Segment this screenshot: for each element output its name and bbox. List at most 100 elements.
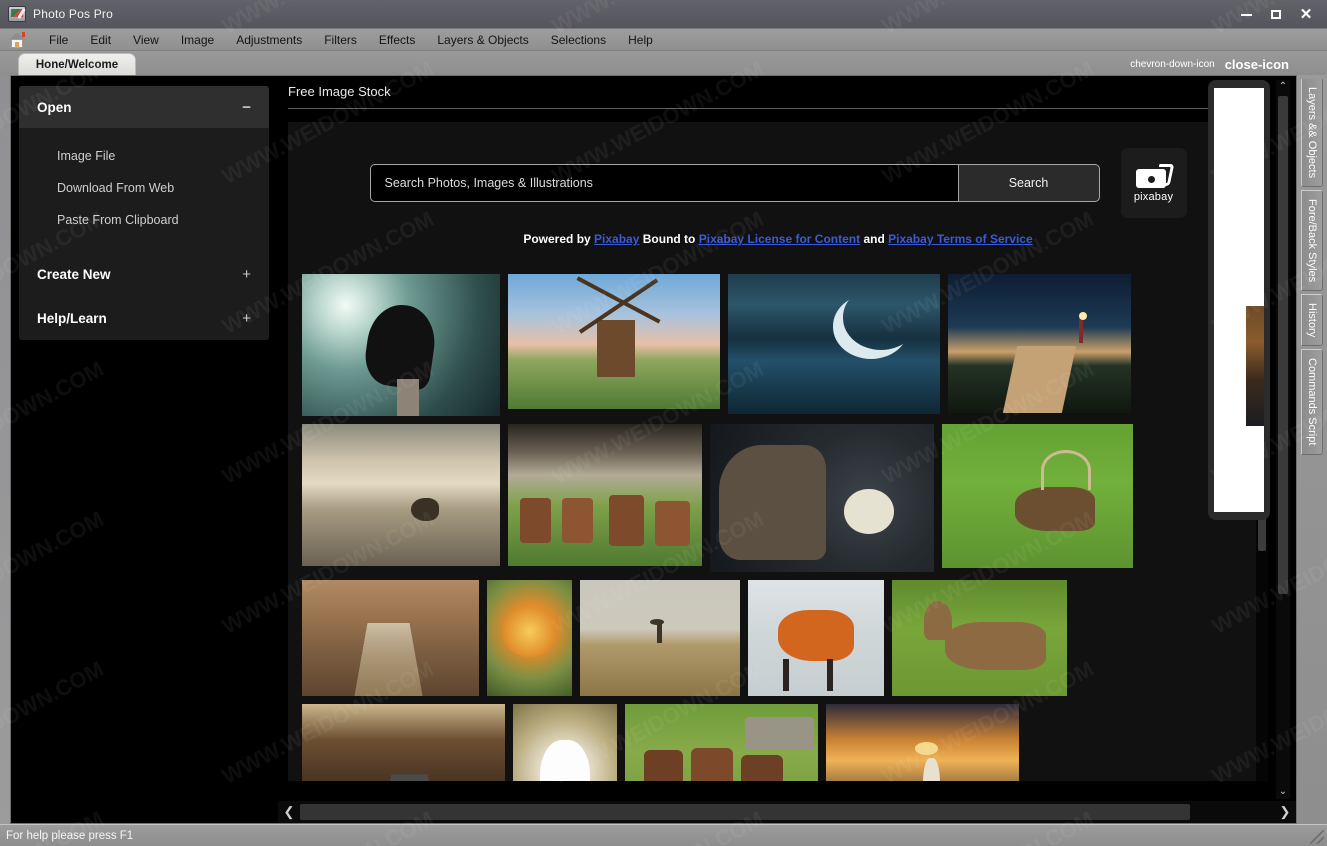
dock-tab-layers-objects[interactable]: Layers && Objects <box>1301 79 1323 188</box>
thumbnail-crescent-moon-over-water[interactable] <box>728 274 940 414</box>
attribution-prefix: Powered by <box>523 232 595 246</box>
accordion: Open − Image File Download From Web Past… <box>19 86 269 340</box>
scroll-up-arrow[interactable]: ⌃ <box>1276 80 1290 94</box>
workarea-horizontal-scrollbar[interactable]: ❮ ❯ <box>278 801 1296 823</box>
thumbnail-windmill-at-dusk[interactable] <box>508 274 720 409</box>
close-icon[interactable]: close-icon <box>1225 57 1289 72</box>
title-divider <box>288 108 1266 109</box>
pixabay-license-link[interactable]: Pixabay License for Content <box>699 232 860 246</box>
photo-pos-pro-icon <box>8 6 26 22</box>
thumbnail-stag-resting-in-grass[interactable] <box>942 424 1133 568</box>
accordion-section-create-new[interactable]: Create New + <box>19 252 269 296</box>
thumbnail-row <box>302 704 1256 781</box>
scrollbar-thumb[interactable] <box>1278 96 1288 594</box>
thumbnail-orange-dahlia-flower[interactable] <box>487 580 572 696</box>
thumbnail-fawn-lying-in-grass[interactable] <box>892 580 1067 696</box>
search-input[interactable] <box>369 164 958 202</box>
thumbnail-lighthouse-path-night[interactable] <box>948 274 1131 413</box>
status-message: For help please press F1 <box>6 829 134 842</box>
tab-home-welcome[interactable]: Hone/Welcome <box>18 53 136 75</box>
maximize-button[interactable] <box>1261 0 1291 29</box>
dock-tab-fore-back-styles[interactable]: Fore/Back Styles <box>1301 190 1323 292</box>
attribution-line: Powered by Pixabay Bound to Pixabay Lice… <box>288 232 1268 246</box>
search-button[interactable]: Search <box>957 164 1100 202</box>
minus-icon[interactable]: − <box>242 99 251 116</box>
attribution-conjunction: and <box>860 232 889 246</box>
menu-item-image[interactable]: Image <box>170 30 225 50</box>
sidebar-item-paste-from-clipboard[interactable]: Paste From Clipboard <box>19 204 269 236</box>
thumbnail-red-fox-in-snow[interactable] <box>748 580 884 696</box>
attribution-middle: Bound to <box>639 232 699 246</box>
thumbnail-row <box>302 580 1256 696</box>
menu-item-edit[interactable]: Edit <box>79 30 122 50</box>
free-image-stock-panel: Free Image Stock Search pixabay <box>278 76 1296 823</box>
accordion-help-learn-title: Help/Learn <box>37 310 107 326</box>
menu-item-filters[interactable]: Filters <box>313 30 368 50</box>
thumbnail-grid[interactable] <box>288 274 1256 781</box>
dock-tab-commands-script[interactable]: Commands Script <box>1301 349 1323 455</box>
pixabay-terms-link[interactable]: Pixabay Terms of Service <box>888 232 1033 246</box>
plus-icon[interactable]: + <box>242 310 251 327</box>
menu-item-help[interactable]: Help <box>617 30 664 50</box>
menu-item-layers-objects[interactable]: Layers & Objects <box>426 30 539 50</box>
accordion-open-title: Open <box>37 99 72 115</box>
pixabay-wordmark: pixabay <box>1133 190 1174 203</box>
document-preview-strip <box>1208 80 1270 520</box>
title-bar: Photo Pos Pro ✕ <box>0 0 1327 29</box>
home-icon[interactable] <box>6 31 28 49</box>
search-row: Search pixabay <box>288 122 1268 218</box>
application-window: Photo Pos Pro ✕ File Edit View Image Adj… <box>0 0 1327 846</box>
document-sheet[interactable] <box>1214 88 1264 512</box>
workarea-vertical-scrollbar[interactable]: ⌃ ⌄ <box>1276 80 1290 799</box>
thumbnail-tree-lined-road-autumn[interactable] <box>302 704 505 781</box>
pixabay-logo[interactable]: pixabay <box>1120 148 1187 218</box>
thumbnail-cows-by-log-pile[interactable] <box>508 424 702 566</box>
accordion-open-body: Image File Download From Web Paste From … <box>19 128 269 252</box>
close-button[interactable]: ✕ <box>1291 0 1321 29</box>
status-bar: For help please press F1 <box>0 824 1327 846</box>
thumbnail-lynx-yawning-with-moon[interactable] <box>710 424 934 572</box>
thumbnail-row <box>302 424 1256 572</box>
menu-item-view[interactable]: View <box>122 30 170 50</box>
dock-tab-history[interactable]: History <box>1301 294 1323 347</box>
left-nav-panel: Open − Image File Download From Web Past… <box>11 76 278 823</box>
accordion-create-new-title: Create New <box>37 266 111 282</box>
page-title: Free Image Stock <box>288 83 391 99</box>
hscroll-track[interactable] <box>300 804 1274 820</box>
chevron-down-icon[interactable]: chevron-down-icon <box>1130 59 1215 70</box>
document-tab-strip: Hone/Welcome chevron-down-icon close-ico… <box>0 51 1327 75</box>
accordion-section-help-learn[interactable]: Help/Learn + <box>19 296 269 340</box>
thumbnail-autumn-forest-road[interactable] <box>302 580 479 696</box>
thumbnail-white-samoyed-dog[interactable] <box>513 704 617 781</box>
sidebar-item-image-file[interactable]: Image File <box>19 140 269 172</box>
document-thumbnail <box>1246 306 1264 426</box>
scroll-left-arrow[interactable]: ❮ <box>278 804 300 820</box>
stock-content: Search pixabay Powered by Pixabay Bound … <box>288 122 1268 781</box>
menu-item-file[interactable]: File <box>38 30 79 50</box>
thumbnail-swan-on-shore-sepia[interactable] <box>302 424 500 566</box>
thumbnail-row <box>302 274 1256 416</box>
work-area: Open − Image File Download From Web Past… <box>10 75 1297 824</box>
menu-item-adjustments[interactable]: Adjustments <box>225 30 313 50</box>
resize-grip[interactable] <box>1310 830 1324 844</box>
menu-item-selections[interactable]: Selections <box>540 30 617 50</box>
minimize-button[interactable] <box>1231 0 1261 29</box>
window-controls: ✕ <box>1231 0 1321 29</box>
plus-icon[interactable]: + <box>242 266 251 283</box>
scroll-right-arrow[interactable]: ❯ <box>1274 804 1296 820</box>
menu-bar: File Edit View Image Adjustments Filters… <box>0 29 1327 51</box>
thumbnail-lone-figure-in-field[interactable] <box>580 580 740 696</box>
sidebar-item-download-from-web[interactable]: Download From Web <box>19 172 269 204</box>
thumbnail-sunset-lake-silhouette[interactable] <box>826 704 1019 781</box>
thumbnail-cattle-herd-with-logs[interactable] <box>625 704 818 781</box>
menu-item-effects[interactable]: Effects <box>368 30 426 50</box>
pixabay-link[interactable]: Pixabay <box>594 232 639 246</box>
scrollbar-thumb[interactable] <box>300 804 1190 820</box>
camera-icon <box>1135 163 1174 188</box>
right-dock: Layers && Objects Fore/Back Styles Histo… <box>1297 75 1327 824</box>
body-region: Open − Image File Download From Web Past… <box>0 75 1327 824</box>
scroll-down-arrow[interactable]: ⌄ <box>1276 785 1290 799</box>
tab-strip-tools: chevron-down-icon close-icon <box>1130 57 1289 72</box>
thumbnail-raven-on-post[interactable] <box>302 274 500 416</box>
accordion-section-open[interactable]: Open − <box>19 86 269 128</box>
